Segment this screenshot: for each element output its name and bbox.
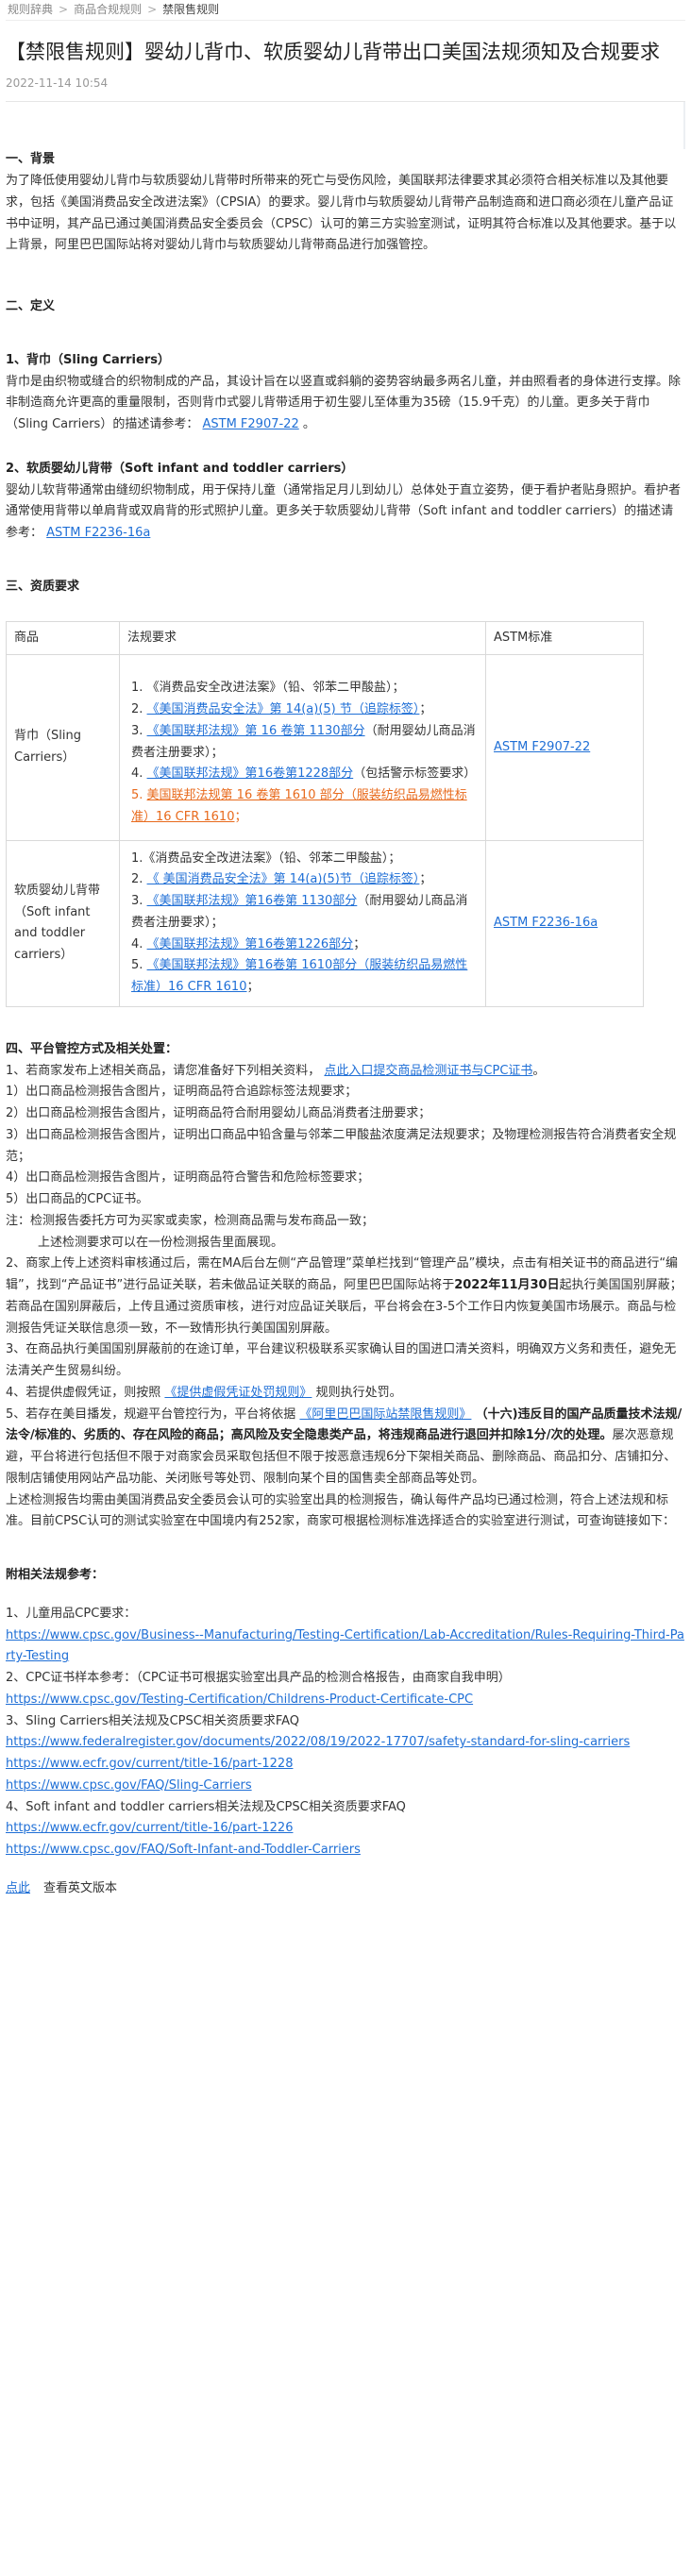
list-item: 3）出口商品检测报告含图片，证明出口商品中铅含量与邻苯二甲酸盐浓度满足法规要求；… [6, 1127, 677, 1164]
reference-group: 2、CPC证书样本参考：（CPC证书可根据实验室出具产品的检测合格报告，由商家自… [6, 1668, 685, 1711]
control-step-2: 2、商家上传上述资料审核通过后，需在MA后台左侧“产品管理”菜单栏找到“管理产品… [6, 1256, 683, 1336]
table-header-product: 商品 [6, 620, 120, 656]
product-cell: 背巾（Sling Carriers） [6, 654, 120, 841]
list-item: 4）出口商品检测报告含图片，证明商品符合警告和危险标签要求； [6, 1170, 370, 1186]
table-row: 背巾（Sling Carriers） 1. 《消费品安全改进法案》（铅、邻苯二甲… [6, 654, 644, 841]
regulation-cell: 1.《消费品安全改进法案》（铅、邻苯二甲酸盐）； 2. 《 美国消费品安全法》第… [119, 839, 486, 1007]
reference-link[interactable]: https://www.cpsc.gov/Business--Manufactu… [6, 1625, 685, 1669]
regulation-cell: 1. 《消费品安全改进法案》（铅、邻苯二甲酸盐）； 2. 《美国消费品安全法》第… [119, 654, 486, 841]
section-platform-control-heading: 四、平台管控方式及相关处置： [6, 1041, 178, 1056]
regulation-item[interactable]: 5. 美国联邦法规第 16 卷第 1610 部分（服装纺织品易燃性标准）16 C… [131, 785, 478, 829]
reference-link[interactable]: https://www.federalregister.gov/document… [6, 1732, 685, 1754]
requirements-table: 商品 法规要求 ASTM标准 背巾（Sling Carriers） 1. 《消费… [6, 620, 644, 1007]
reference-label: 2、CPC证书样本参考：（CPC证书可根据实验室出具产品的检测合格报告，由商家自… [6, 1671, 511, 1686]
control-step-4: 4、若提供虚假凭证，则按照 《提供虚假凭证处罚规则》 规则执行处罚。 [6, 1385, 402, 1400]
regulation-item[interactable]: 2. 《 美国消费品安全法》第 14(a)(5)节（追踪标签）； [131, 869, 478, 891]
cfr-1130-link[interactable]: 《美国联邦法规》第 16 卷第 1130部分 [147, 724, 365, 738]
astm-cell: ASTM F2907-22 [485, 654, 644, 841]
product-cell: 软质婴幼儿背带（Soft infant and toddler carriers… [6, 839, 120, 1007]
regulation-item[interactable]: 3. 《美国联邦法规》第16卷第 1130部分（耐用婴幼儿商品消费者注册要求）； [131, 891, 478, 934]
table-row: 软质婴幼儿背带（Soft infant and toddler carriers… [6, 839, 644, 1007]
reference-link[interactable]: https://www.cpsc.gov/Testing-Certificati… [6, 1690, 685, 1711]
control-step-1: 1、若商家发布上述相关商品，请您准备好下列相关资料， 点此入口提交商品检测证书与… [6, 1063, 546, 1078]
section-background-heading: 一、背景 [6, 152, 56, 167]
control-step-3: 3、在商品执行美国国别屏蔽前的在途订单，平台建议积极联系买家确认目的国进口清关资… [6, 1342, 677, 1379]
soft-carriers-heading: 2、软质婴幼儿背带（Soft infant and toddler carrie… [6, 461, 354, 476]
background-text: 为了降低使用婴幼儿背巾与软质婴幼儿背带时所带来的死亡与受伤风险，美国联邦法律要求… [6, 174, 677, 253]
breadcrumb-item-compliance[interactable]: 商品合规规则 [74, 0, 142, 20]
test-report-note-2: 上述检测要求可以在一份检测报告里面展现。 [38, 1235, 284, 1250]
page-title: 【禁限售规则】婴幼儿背巾、软质婴幼儿背带出口美国法规须知及合规要求 [6, 41, 660, 63]
section-qualification-heading: 三、资质要求 [6, 579, 80, 594]
astm-cell: ASTM F2236-16a [485, 839, 644, 1007]
control-step-5: 5、若存在美目播发，规避平台管控行为，平台将依据 《阿里巴巴国际站禁限售规则》 … [6, 1406, 683, 1486]
breadcrumb-item-current: 禁限售规则 [162, 3, 220, 16]
reference-link[interactable]: https://www.ecfr.gov/current/title-16/pa… [6, 1818, 685, 1840]
references-heading: 附相关法规参考： [6, 1568, 105, 1583]
table-header-astm: ASTM标准 [485, 620, 644, 656]
cpsa-tracking-label-link[interactable]: 《 美国消费品安全法》第 14(a)(5)节（追踪标签） [147, 872, 420, 886]
scroll-accent [683, 102, 685, 150]
list-item: 2）出口商品检测报告含图片，证明商品符合耐用婴幼儿商品消费者注册要求； [6, 1106, 431, 1121]
false-credential-rule-link[interactable]: 《提供虚假凭证处罚规则》 [164, 1386, 312, 1400]
table-header-row: 商品 法规要求 ASTM标准 [6, 620, 644, 656]
cfr-1610-link[interactable]: 《美国联邦法规》第16卷第 1610部分（服装纺织品易燃性标准）16 CFR 1… [131, 958, 467, 994]
cfr-1226-link[interactable]: 《美国联邦法规》第16卷第1226部分 [147, 937, 354, 951]
prohibited-rules-link[interactable]: 《阿里巴巴国际站禁限售规则》 [299, 1407, 471, 1422]
regulation-item[interactable]: 4. 《美国联邦法规》第16卷第1226部分； [131, 934, 478, 956]
breadcrumb-separator: > [147, 3, 158, 16]
regulation-item[interactable]: 3. 《美国联邦法规》第 16 卷第 1130部分（耐用婴幼儿商品消费者注册要求… [131, 721, 478, 765]
reference-link[interactable]: https://www.cpsc.gov/FAQ/Soft-Infant-and… [6, 1840, 685, 1861]
regulation-item[interactable]: 5. 《美国联邦法规》第16卷第 1610部分（服装纺织品易燃性标准）16 CF… [131, 955, 478, 999]
astm-f2907-link[interactable]: ASTM F2907-22 [202, 417, 298, 431]
reference-group: 1、儿童用品CPC要求： https://www.cpsc.gov/Busine… [6, 1604, 685, 1668]
breadcrumb: 规则辞典 > 商品合规规则 > 禁限售规则 [6, 0, 685, 21]
publish-date: 2022-11-14 10:54 [6, 76, 109, 91]
reference-label: 3、Sling Carriers相关法规及CPSC相关资质要求FAQ [6, 1713, 300, 1728]
reference-label: 1、儿童用品CPC要求： [6, 1606, 137, 1621]
test-report-note: 注：检测报告委托方可为买家或卖家，检测商品需与发布商品一致； [6, 1213, 375, 1228]
reference-link[interactable]: https://www.ecfr.gov/current/title-16/pa… [6, 1754, 685, 1776]
reference-label: 4、Soft infant and toddler carriers相关法规及C… [6, 1799, 406, 1814]
regulation-item[interactable]: 2. 《美国消费品安全法》第 14(a)(5) 节（追踪标签）； [131, 699, 478, 721]
english-version-text: 查看英文版本 [43, 1880, 118, 1895]
cfr-1130-link[interactable]: 《美国联邦法规》第16卷第 1130部分 [147, 894, 358, 908]
sling-carriers-heading: 1、背巾（Sling Carriers） [6, 352, 170, 367]
reference-group: 4、Soft infant and toddler carriers相关法规及C… [6, 1797, 685, 1861]
astm-f2236-table-link[interactable]: ASTM F2236-16a [494, 916, 598, 930]
cfr-1610-link[interactable]: 美国联邦法规第 16 卷第 1610 部分（服装纺织品易燃性标准）16 CFR … [131, 788, 467, 824]
english-version-link[interactable]: 点此 [6, 1878, 30, 1900]
table-header-regulation: 法规要求 [119, 620, 486, 656]
cpsa-tracking-label-link[interactable]: 《美国消费品安全法》第 14(a)(5) 节（追踪标签） [147, 702, 420, 716]
astm-f2907-table-link[interactable]: ASTM F2907-22 [494, 740, 590, 754]
reference-group: 3、Sling Carriers相关法规及CPSC相关资质要求FAQ https… [6, 1711, 685, 1797]
article-body: 一、背景 为了降低使用婴幼儿背巾与软质婴幼儿背带时所带来的死亡与受伤风险，美国联… [6, 102, 685, 1899]
soft-carriers-text: 婴幼儿软背带通常由缝纫织物制成，用于保持儿童（通常指足月儿到幼儿）总体处于直立姿… [6, 482, 682, 541]
list-item: 1）出口商品检测报告含图片，证明商品符合追踪标签法规要求； [6, 1085, 358, 1100]
astm-f2236-link[interactable]: ASTM F2236-16a [46, 526, 150, 540]
regulation-item[interactable]: 4. 《美国联邦法规》第16卷第1228部分（包括警示标签要求） [131, 764, 478, 785]
english-version-footer: 点此 查看英文版本 [6, 1878, 685, 1900]
list-item: 5）出口商品的CPC证书。 [6, 1192, 149, 1207]
regulation-item: 1.《消费品安全改进法案》（铅、邻苯二甲酸盐）； [131, 850, 401, 866]
title-divider [6, 101, 685, 150]
lab-note: 上述检测报告均需由美国消费品安全委员会认可的实验室出具的检测报告，确认每件产品均… [6, 1492, 676, 1529]
breadcrumb-item-dictionary[interactable]: 规则辞典 [8, 0, 53, 20]
cfr-1228-link[interactable]: 《美国联邦法规》第16卷第1228部分 [147, 766, 354, 781]
sling-carriers-text: 背巾是由织物或缝合的织物制成的产品，其设计旨在以竖直或斜躺的姿势容纳最多两名儿童… [6, 374, 682, 432]
submit-certificate-link[interactable]: 点此入口提交商品检测证书与CPC证书 [324, 1064, 532, 1078]
regulation-item: 1. 《消费品安全改进法案》（铅、邻苯二甲酸盐）； [131, 681, 405, 696]
page: 规则辞典 > 商品合规规则 > 禁限售规则 【禁限售规则】婴幼儿背巾、软质婴幼儿… [0, 0, 691, 1900]
breadcrumb-separator: > [59, 3, 69, 16]
section-definition-heading: 二、定义 [6, 299, 56, 314]
reference-link[interactable]: https://www.cpsc.gov/FAQ/Sling-Carriers [6, 1776, 685, 1797]
